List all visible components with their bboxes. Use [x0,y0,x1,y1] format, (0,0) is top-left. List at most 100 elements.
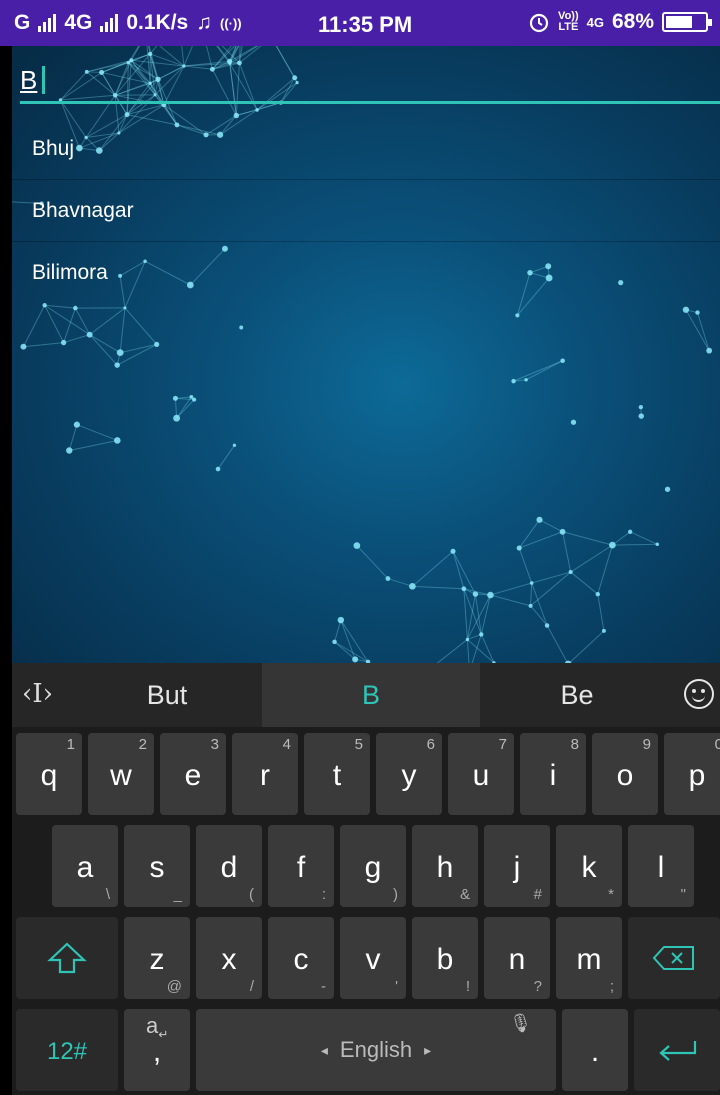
key-u-secondary: 7 [498,736,507,753]
status-bar: G 4G 0.1K/s ♫ ((·)) 11:35 PM Vo)) LTE 4G … [0,0,720,46]
main-content: BhujBhavnagarBilimora [12,46,720,663]
key-i[interactable]: i8 [520,733,586,815]
mic-icon: 🎙︎ [509,1013,532,1033]
key-c[interactable]: c- [268,917,334,999]
key-r-secondary: 4 [282,736,291,753]
key-j-label: j [513,851,521,884]
key-n[interactable]: n? [484,917,550,999]
key-h[interactable]: h & [412,825,478,907]
key-u[interactable]: u7 [448,733,514,815]
search-field[interactable] [20,60,720,104]
key-e-secondary: 3 [210,736,219,753]
space-key[interactable]: ◂ English ▸ 🎙︎ [196,1009,556,1091]
comma-key[interactable]: , a↵ [124,1009,190,1091]
key-f[interactable]: f: [268,825,334,907]
key-j[interactable]: j # [484,825,550,907]
lte-label: LTE [558,21,579,33]
key-v-label: v [365,943,381,976]
key-h-secondary: & [459,886,470,903]
space-language-label: English [339,1037,413,1062]
shift-icon [47,942,87,974]
key-s-secondary: _ [173,886,182,903]
key-w-label: w [110,759,132,792]
backspace-icon [652,946,694,970]
key-l-label: l [657,851,665,884]
shift-key[interactable] [16,917,118,999]
backspace-key[interactable] [628,917,720,999]
key-k-label: k [581,851,597,884]
key-l-secondary: " [680,886,686,903]
status-right: Vo)) LTE 4G 68% [528,10,712,34]
key-o[interactable]: o9 [592,733,658,815]
key-f-label: f [296,851,306,884]
suggestion-item[interactable]: Bhuj [12,118,720,180]
key-y[interactable]: y6 [376,733,442,815]
suggestion-list: Bhuj Bhavnagar Bilimora [12,118,720,304]
enter-key[interactable] [634,1009,720,1091]
battery-percent: 68% [611,10,654,33]
key-l[interactable]: l " [628,825,694,907]
key-r-label: r [260,759,270,792]
key-b-secondary: ! [465,978,470,995]
key-g[interactable]: g) [340,825,406,907]
key-a[interactable]: a \ [52,825,118,907]
cursor-tool-icon[interactable]: ‹I› [22,679,53,709]
key-d-label: d [220,851,238,884]
key-e[interactable]: e3 [160,733,226,815]
suggestion-item[interactable]: Bhavnagar [12,180,720,242]
key-t-secondary: 5 [354,736,363,753]
key-n-label: n [508,943,526,976]
key-z[interactable]: z @ [124,917,190,999]
key-s[interactable]: s _ [124,825,190,907]
key-z-label: z [149,943,165,976]
key-i-label: i [549,759,557,792]
key-t[interactable]: t5 [304,733,370,815]
network-speed: 0.1K/s [126,11,189,34]
left-edge [0,46,12,1095]
text-cursor [42,66,45,94]
alarm-icon [529,13,549,33]
volte-indicator: Vo)) LTE [558,11,579,33]
key-d[interactable]: d( [196,825,262,907]
key-k[interactable]: k * [556,825,622,907]
key-c-secondary: - [321,978,326,995]
key-p-secondary: 0 [714,736,720,753]
period-key[interactable]: . [562,1009,628,1091]
keyboard: ‹I› But B Be q 1 w 2 e 3 r 4 t 5 y 6 u 7 i 8 o 9 p 0 a \ s _ d(f… [12,663,720,1095]
key-w[interactable]: w2 [88,733,154,815]
key-q-secondary: 1 [66,736,75,753]
key-f-secondary: : [321,886,326,903]
key-x[interactable]: x / [196,917,262,999]
key-m-label: m [576,943,602,976]
space-left-arrow: ◂ [320,1041,328,1058]
key-t-label: t [332,759,342,792]
key-o-label: o [616,759,634,792]
key-m[interactable]: m; [556,917,622,999]
key-b[interactable]: b! [412,917,478,999]
key-g-label: g [364,851,382,884]
word-suggestion-3[interactable]: Be [482,663,672,727]
key-h-label: h [436,851,454,884]
music-icon: ♫ [196,11,212,34]
key-q-label: q [40,759,58,792]
word-suggestion-2[interactable]: B [262,663,480,727]
key-z-secondary: @ [166,978,182,995]
suggestion-item[interactable]: Bilimora [12,242,720,304]
signal-icon [38,14,57,32]
key-v[interactable]: v ' [340,917,406,999]
key-b-label: b [436,943,454,976]
key-i-secondary: 8 [570,736,579,753]
key-y-label: y [401,759,417,792]
emoji-icon[interactable] [684,679,714,709]
key-q[interactable]: q1 [16,733,82,815]
key-r[interactable]: r4 [232,733,298,815]
key-s-label: s [149,851,165,884]
symbols-key[interactable]: 12# [16,1009,118,1091]
key-p[interactable]: p0 [664,733,720,815]
key-c-label: c [293,943,309,976]
search-input[interactable] [20,60,140,100]
key-y-secondary: 6 [426,736,435,753]
word-suggestion-1[interactable]: But [72,663,262,727]
key-j-secondary: # [533,886,542,903]
symbols-key-label: 12# [46,1038,88,1065]
